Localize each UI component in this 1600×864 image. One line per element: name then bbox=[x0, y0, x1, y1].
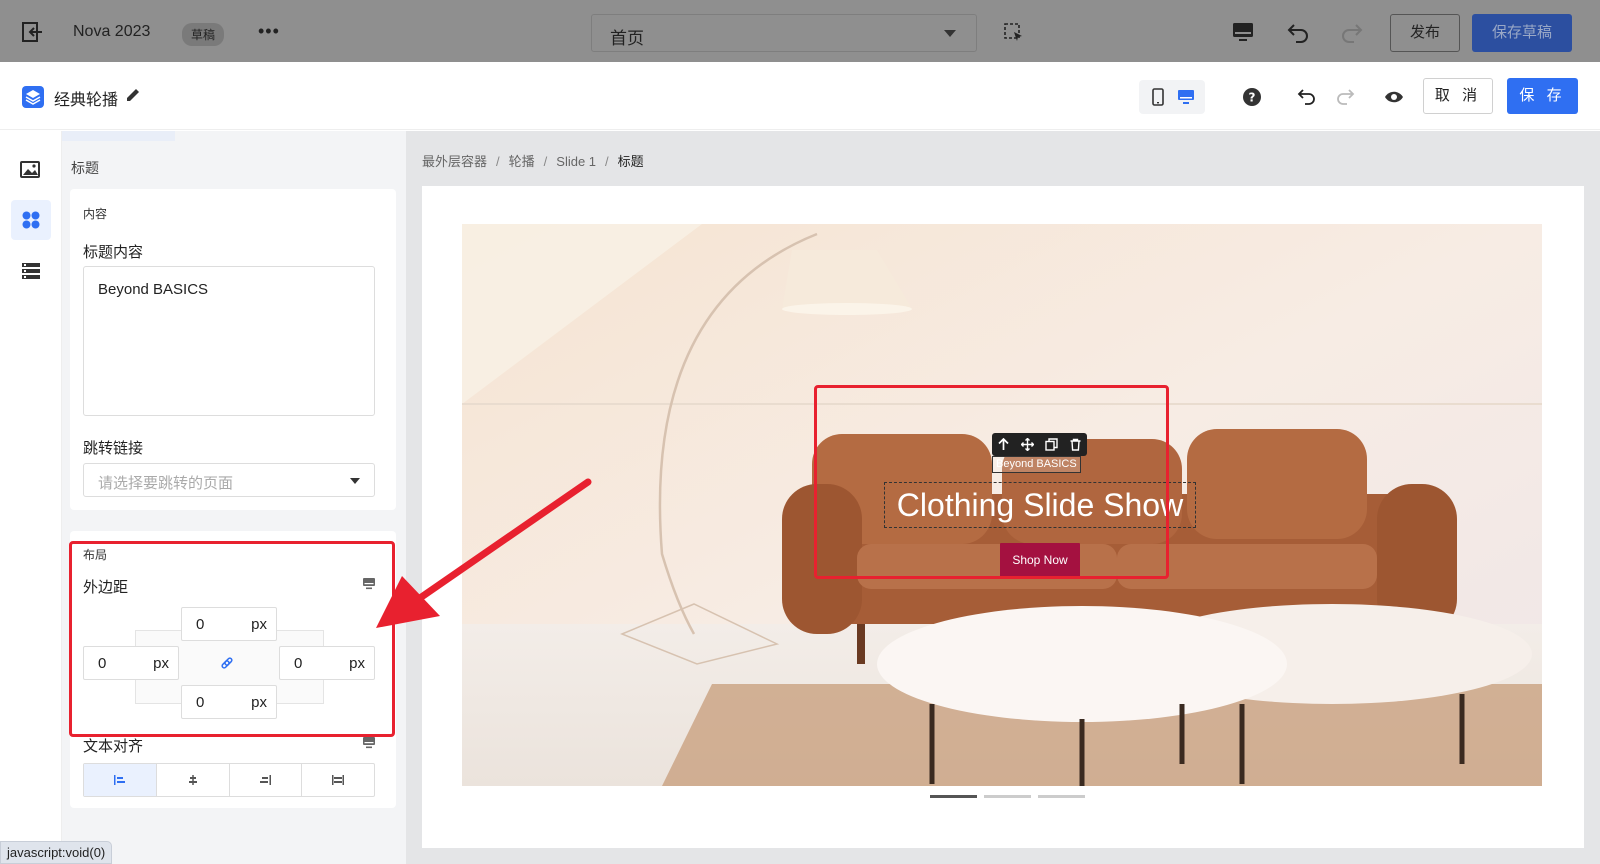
cancel-button[interactable]: 取 消 bbox=[1423, 78, 1493, 114]
status-bar-url: javascript:void(0) bbox=[0, 841, 113, 864]
text-align-group bbox=[83, 763, 375, 797]
align-right-icon bbox=[260, 775, 272, 785]
settings-panel: 标题 内容 标题内容 Beyond BASICS 跳转链接 请选择要跳转的页面 … bbox=[62, 131, 406, 864]
undo-icon[interactable] bbox=[1286, 20, 1310, 44]
desktop-view-icon[interactable] bbox=[1173, 85, 1199, 109]
image-icon bbox=[20, 161, 40, 178]
device-toggle[interactable] bbox=[1139, 80, 1205, 114]
redo-icon[interactable] bbox=[1334, 86, 1356, 108]
carousel-indicator[interactable] bbox=[930, 795, 977, 798]
page-preview: Beyond BASICS Clothing Slide Show Shop N… bbox=[422, 186, 1584, 848]
chevron-down-icon bbox=[350, 478, 360, 484]
highlight-frame-title bbox=[814, 385, 1169, 579]
align-justify-button[interactable] bbox=[302, 764, 374, 796]
align-left-button[interactable] bbox=[84, 764, 157, 796]
align-justify-icon bbox=[332, 775, 345, 785]
rail-layers[interactable] bbox=[11, 251, 51, 291]
breadcrumb-current: 标题 bbox=[617, 154, 644, 169]
link-label: 跳转链接 bbox=[83, 440, 144, 457]
undo-icon[interactable] bbox=[1296, 86, 1318, 108]
rail-media[interactable] bbox=[11, 149, 51, 189]
redo-icon[interactable] bbox=[1340, 20, 1364, 44]
status-badge: 草稿 bbox=[182, 23, 225, 46]
tool-rail bbox=[0, 131, 62, 864]
page-select[interactable]: 首页 bbox=[591, 14, 977, 52]
align-right-button[interactable] bbox=[230, 764, 303, 796]
panel-tab-indicator bbox=[62, 131, 175, 141]
carousel-indicators bbox=[930, 795, 1085, 798]
site-name: Nova 2023 bbox=[73, 23, 151, 40]
component-title: 经典轮播 bbox=[54, 92, 119, 109]
carousel-indicator[interactable] bbox=[1038, 795, 1085, 798]
section-title: 标题 bbox=[71, 160, 99, 176]
components-icon bbox=[22, 211, 40, 229]
mobile-view-icon[interactable] bbox=[1145, 85, 1171, 109]
desktop-preview-icon[interactable] bbox=[1231, 20, 1255, 44]
edit-title-icon[interactable] bbox=[124, 86, 142, 104]
site-topbar: Nova 2023 草稿 ••• 首页 发布 保存草稿 bbox=[0, 0, 1600, 62]
more-menu-icon[interactable]: ••• bbox=[258, 21, 280, 42]
editor-header: 经典轮播 ? 取 消 保 存 bbox=[0, 62, 1600, 130]
align-left-icon bbox=[113, 775, 125, 785]
layers-logo-icon bbox=[22, 86, 44, 108]
title-content-label: 标题内容 bbox=[83, 244, 144, 261]
content-caption: 内容 bbox=[83, 207, 108, 221]
rail-components[interactable] bbox=[11, 200, 51, 240]
chevron-down-icon bbox=[944, 30, 956, 37]
exit-icon[interactable] bbox=[22, 22, 44, 42]
align-center-button[interactable] bbox=[157, 764, 230, 796]
link-page-placeholder: 请选择要跳转的页面 bbox=[98, 475, 234, 492]
breadcrumb-item[interactable]: 最外层容器 bbox=[422, 154, 487, 169]
select-element-icon[interactable] bbox=[1004, 23, 1024, 43]
breadcrumb: 最外层容器 / 轮播 / Slide 1/标题 bbox=[422, 154, 644, 169]
preview-eye-icon[interactable] bbox=[1383, 86, 1405, 108]
text-align-label: 文本对齐 bbox=[83, 738, 144, 755]
carousel-slide[interactable]: Beyond BASICS Clothing Slide Show Shop N… bbox=[462, 224, 1542, 786]
help-icon[interactable]: ? bbox=[1241, 86, 1263, 108]
list-icon bbox=[22, 263, 40, 279]
carousel-indicator[interactable] bbox=[984, 795, 1031, 798]
desktop-icon[interactable] bbox=[362, 736, 376, 749]
svg-text:?: ? bbox=[1249, 91, 1256, 105]
content-card: 内容 标题内容 Beyond BASICS 跳转链接 请选择要跳转的页面 bbox=[70, 189, 396, 510]
publish-button[interactable]: 发布 bbox=[1390, 14, 1460, 52]
title-content-textarea[interactable]: Beyond BASICS bbox=[83, 266, 375, 416]
link-page-select[interactable]: 请选择要跳转的页面 bbox=[83, 463, 375, 497]
breadcrumb-item[interactable]: 轮播 bbox=[509, 154, 535, 169]
highlight-frame-layout bbox=[69, 541, 395, 737]
save-draft-button[interactable]: 保存草稿 bbox=[1472, 14, 1572, 52]
annotation-arrow-icon bbox=[376, 478, 592, 628]
breadcrumb-item[interactable]: Slide 1 bbox=[556, 154, 596, 169]
page-select-value: 首页 bbox=[610, 29, 644, 48]
align-center-icon bbox=[188, 775, 197, 785]
save-button[interactable]: 保 存 bbox=[1507, 78, 1578, 114]
